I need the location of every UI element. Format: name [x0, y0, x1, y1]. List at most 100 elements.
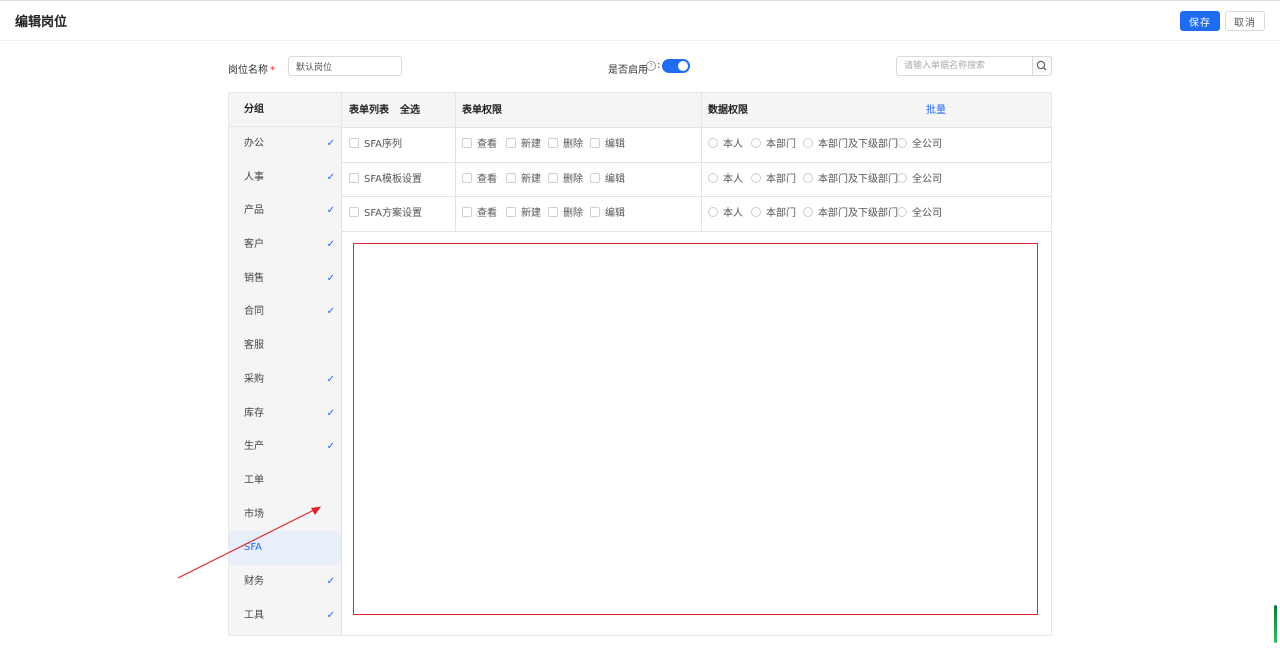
perm-checkbox[interactable]: 删除	[548, 163, 583, 197]
scope-radio[interactable]: 全公司	[897, 197, 942, 231]
scope-radio[interactable]: 本部门及下级部门	[803, 163, 898, 197]
scope-radio[interactable]: 本部门及下级部门	[803, 197, 898, 231]
save-button[interactable]: 保存	[1180, 11, 1220, 31]
scope-radio[interactable]: 本人	[708, 197, 743, 231]
checkbox[interactable]	[590, 172, 600, 183]
checkbox[interactable]	[506, 138, 516, 148]
search-button[interactable]	[1032, 56, 1052, 76]
radio[interactable]	[803, 138, 813, 148]
checkbox[interactable]	[462, 172, 472, 183]
form-row-checkbox[interactable]: SFA序列	[349, 128, 402, 162]
checkbox[interactable]	[462, 138, 472, 148]
radio[interactable]	[708, 207, 718, 217]
scope-label: 本人	[723, 173, 743, 185]
sidebar-item[interactable]: 销售 ✓	[229, 262, 341, 296]
scope-radio[interactable]: 本人	[708, 163, 743, 197]
perm-checkbox[interactable]: 编辑	[590, 197, 625, 231]
help-circle-icon[interactable]: ?	[646, 61, 656, 71]
scope-radio[interactable]: 全公司	[897, 128, 942, 162]
checkbox[interactable]	[349, 172, 359, 183]
form-row-checkbox[interactable]: SFA模板设置	[349, 163, 422, 197]
checkbox[interactable]	[590, 138, 600, 148]
form-search-input[interactable]	[896, 56, 1032, 76]
form-row-checkbox[interactable]: SFA方案设置	[349, 197, 422, 231]
checkbox[interactable]	[506, 172, 516, 183]
perm-label: 新建	[521, 173, 541, 185]
group-sidebar: 分组 办公 ✓ 人事 ✓ 产品 ✓ 客户 ✓ 销售 ✓ 合同 ✓ 客服 采购 ✓ 库存 ✓ 生产 ✓ 工单 市场 SFA 财…	[229, 93, 342, 635]
scope-label: 本部门及下级部门	[818, 208, 898, 219]
scope-radio[interactable]: 本部门及下级部门	[803, 128, 898, 162]
scope-radio[interactable]: 本部门	[751, 163, 796, 197]
perm-checkbox[interactable]: 新建	[506, 163, 541, 197]
radio[interactable]	[803, 207, 813, 217]
radio[interactable]	[751, 138, 761, 148]
checkbox[interactable]	[349, 138, 359, 148]
perm-checkbox[interactable]: 新建	[506, 128, 541, 162]
scope-radio[interactable]: 本部门	[751, 197, 796, 231]
perm-label: 新建	[521, 139, 541, 150]
checkbox[interactable]	[548, 138, 558, 148]
sidebar-item[interactable]: 工单	[229, 464, 341, 498]
scope-label: 全公司	[912, 139, 942, 150]
sidebar-item[interactable]: 合同 ✓	[229, 295, 341, 329]
sidebar-item[interactable]: 采购 ✓	[229, 363, 341, 397]
form-name: SFA方案设置	[364, 208, 423, 219]
checkbox[interactable]	[462, 207, 472, 217]
perm-checkbox[interactable]: 查看	[462, 163, 497, 197]
sidebar-item[interactable]: 办公 ✓	[229, 127, 341, 161]
sidebar-item-label: 办公	[244, 138, 264, 149]
radio[interactable]	[897, 207, 907, 217]
scope-label: 全公司	[912, 173, 942, 185]
perm-checkbox[interactable]: 查看	[462, 197, 497, 231]
perm-label: 查看	[477, 208, 497, 219]
enable-toggle[interactable]	[662, 59, 690, 73]
scope-radio[interactable]: 全公司	[897, 163, 942, 197]
check-icon: ✓	[326, 138, 335, 149]
sidebar-item[interactable]: 人事 ✓	[229, 161, 341, 195]
radio[interactable]	[897, 138, 907, 148]
scope-radio[interactable]: 本人	[708, 128, 743, 162]
batch-link[interactable]: 批量	[926, 93, 946, 128]
checkbox[interactable]	[349, 207, 359, 217]
position-name-label: 岗位名称 *	[228, 65, 275, 76]
radio[interactable]	[803, 172, 813, 183]
sidebar-item[interactable]: SFA	[229, 531, 341, 565]
sidebar-item[interactable]: 工具 ✓	[229, 599, 341, 633]
checkbox[interactable]	[548, 207, 558, 217]
select-all-link[interactable]: 全选	[400, 93, 420, 128]
radio[interactable]	[708, 138, 718, 148]
checkbox[interactable]	[590, 207, 600, 217]
sidebar-item[interactable]: 市场	[229, 498, 341, 532]
sidebar-item[interactable]: 产品 ✓	[229, 194, 341, 228]
scope-radio[interactable]: 本部门	[751, 128, 796, 162]
toggle-knob	[678, 61, 688, 71]
cancel-button[interactable]: 取消	[1225, 11, 1265, 31]
sidebar-item-label: 人事	[244, 171, 264, 183]
sidebar-item[interactable]: 财务 ✓	[229, 565, 341, 599]
radio[interactable]	[897, 172, 907, 183]
sidebar-item[interactable]: 生产 ✓	[229, 430, 341, 464]
perm-label: 删除	[563, 208, 583, 219]
check-icon: ✓	[326, 306, 335, 318]
sidebar-header: 分组	[229, 93, 341, 127]
perm-checkbox[interactable]: 删除	[548, 197, 583, 231]
position-name-input[interactable]	[288, 56, 402, 76]
perm-label: 新建	[521, 208, 541, 219]
check-icon: ✓	[326, 407, 335, 419]
checkbox[interactable]	[548, 172, 558, 183]
sidebar-item[interactable]: 库存 ✓	[229, 397, 341, 431]
checkbox[interactable]	[506, 207, 516, 217]
radio[interactable]	[751, 207, 761, 217]
perm-checkbox[interactable]: 删除	[548, 128, 583, 162]
sidebar-item[interactable]: 客服	[229, 329, 341, 363]
radio[interactable]	[751, 172, 761, 183]
check-icon: ✓	[326, 609, 335, 621]
scroll-indicator[interactable]	[1274, 605, 1277, 643]
required-mark: *	[270, 65, 275, 76]
perm-checkbox[interactable]: 编辑	[590, 128, 625, 162]
perm-checkbox[interactable]: 新建	[506, 197, 541, 231]
perm-checkbox[interactable]: 查看	[462, 128, 497, 162]
perm-checkbox[interactable]: 编辑	[590, 163, 625, 197]
sidebar-item[interactable]: 客户 ✓	[229, 228, 341, 262]
radio[interactable]	[708, 172, 718, 183]
